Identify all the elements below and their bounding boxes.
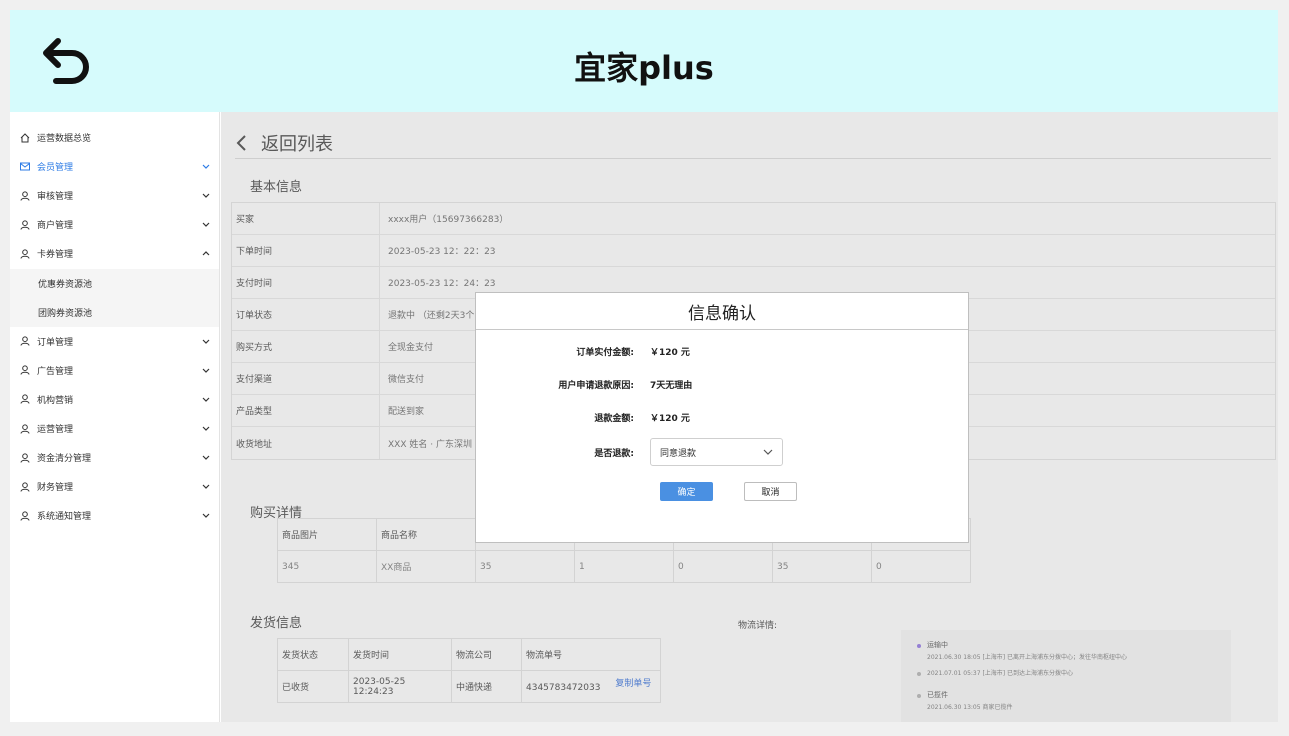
confirm-dialog: 信息确认 订单实付金额: ￥120 元 用户申请退款原因: 7天无理由 退款金额… — [475, 292, 969, 543]
user-icon — [19, 423, 31, 435]
chevron-down-icon — [201, 220, 211, 230]
sidebar-item-label: 团购券资源池 — [38, 308, 93, 319]
paid-amount-value: ￥120 元 — [650, 348, 690, 358]
refund-decision-label: 是否退款: — [594, 448, 634, 459]
chevron-down-icon — [201, 424, 211, 434]
dialog-row-decision: 是否退款: 同意退款 — [476, 438, 783, 466]
confirm-button[interactable]: 确定 — [660, 482, 713, 501]
sidebar-item[interactable]: 会员管理 — [10, 152, 219, 181]
user-icon — [19, 190, 31, 202]
app-frame: 宜家plus 运营数据总览 会员管理审核管理商户管理卡券管理优惠券资源池 团购券资源… — [10, 10, 1278, 722]
sidebar-item-label: 资金清分管理 — [37, 454, 92, 465]
refund-decision-value: 同意退款 — [660, 448, 697, 459]
chevron-up-icon — [201, 249, 211, 259]
sidebar-item-label: 卡券管理 — [37, 250, 74, 261]
dialog-row-reason: 用户申请退款原因: 7天无理由 — [476, 378, 692, 391]
chevron-down-icon — [201, 365, 211, 375]
sidebar-item[interactable]: 系统通知管理 — [10, 501, 219, 530]
refund-amount-label: 退款金额: — [594, 414, 634, 424]
sidebar-item[interactable]: 订单管理 — [10, 327, 219, 356]
sidebar-item-label: 财务管理 — [37, 483, 74, 494]
sidebar-item[interactable]: 机构营销 — [10, 385, 219, 414]
home-icon — [19, 132, 31, 144]
sidebar-item-label: 广告管理 — [37, 366, 74, 377]
chevron-down-icon — [201, 336, 211, 346]
sidebar-menu: 运营数据总览 会员管理审核管理商户管理卡券管理优惠券资源池 团购券资源池 订单管理广告… — [10, 112, 220, 722]
sidebar-item[interactable]: 商户管理 — [10, 210, 219, 239]
user-icon — [19, 452, 31, 464]
mail-icon — [19, 161, 31, 173]
chevron-down-icon — [201, 191, 211, 201]
sidebar-item[interactable]: 卡券管理 — [10, 239, 219, 268]
chevron-down-icon — [201, 453, 211, 463]
sidebar-item-label: 运营数据总览 — [37, 134, 92, 144]
chevron-down-icon — [201, 162, 211, 172]
refund-reason-label: 用户申请退款原因: — [558, 381, 634, 391]
chevron-down-icon — [201, 482, 211, 492]
chevron-down-icon — [763, 449, 773, 455]
sidebar-item[interactable]: 资金清分管理 — [10, 443, 219, 472]
sidebar-item-label: 运营管理 — [37, 425, 74, 435]
dialog-title: 信息确认 — [476, 293, 968, 330]
sidebar-item[interactable]: 财务管理 — [10, 472, 219, 501]
sidebar-item[interactable]: 运营管理 — [10, 414, 219, 443]
user-icon — [19, 364, 31, 376]
sidebar-item-label: 系统通知管理 — [37, 512, 92, 523]
dialog-row-refund-amount: 退款金额: ￥120 元 — [476, 411, 690, 424]
top-bar: 宜家plus — [10, 10, 1278, 112]
refund-amount-value: ￥120 元 — [650, 414, 690, 424]
chevron-down-icon — [201, 511, 211, 521]
user-icon — [19, 510, 31, 522]
sidebar-item[interactable]: 广告管理 — [10, 356, 219, 385]
user-icon — [19, 393, 31, 405]
refund-reason-value: 7天无理由 — [650, 381, 693, 391]
dialog-row-paid: 订单实付金额: ￥120 元 — [476, 345, 690, 358]
refund-decision-select[interactable]: 同意退款 — [650, 438, 783, 466]
sidebar-item[interactable]: 运营数据总览 — [10, 123, 219, 152]
sidebar-item[interactable]: 审核管理 — [10, 181, 219, 210]
sidebar-item-label: 审核管理 — [37, 192, 74, 203]
chevron-down-icon — [201, 394, 211, 404]
user-icon — [19, 335, 31, 347]
user-icon — [19, 219, 31, 231]
sidebar-item-label: 优惠券资源池 — [38, 279, 93, 290]
user-icon — [19, 248, 31, 260]
sidebar-item-label: 会员管理 — [37, 163, 74, 174]
paid-amount-label: 订单实付金额: — [576, 348, 634, 358]
sidebar-item-label: 订单管理 — [37, 337, 74, 348]
user-icon — [19, 481, 31, 493]
sidebar-item[interactable]: 团购券资源池 — [10, 297, 219, 327]
cancel-button[interactable]: 取消 — [744, 482, 797, 501]
app-title: 宜家plus — [574, 49, 714, 87]
sidebar-item-label: 商户管理 — [37, 221, 74, 232]
sidebar-item[interactable]: 优惠券资源池 — [10, 268, 219, 298]
sidebar-item-label: 机构营销 — [37, 395, 74, 406]
